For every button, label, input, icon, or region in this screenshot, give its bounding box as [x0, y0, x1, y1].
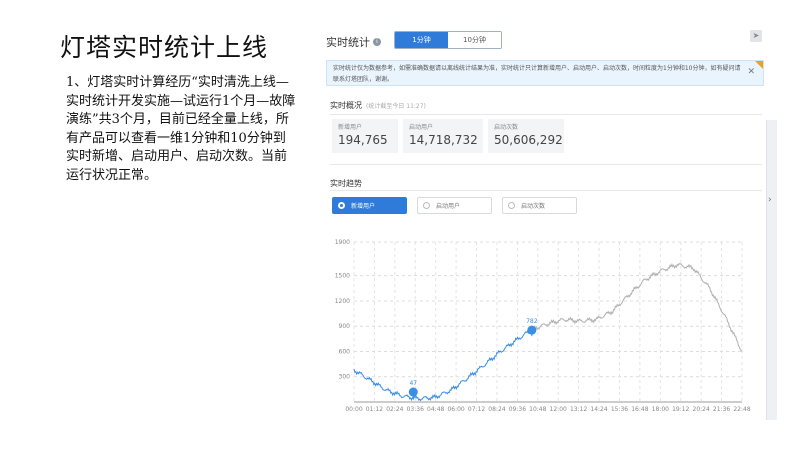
- radio-dot: [508, 202, 515, 209]
- x-tick-label: 09:36: [509, 406, 526, 413]
- radio-dot: [338, 202, 345, 209]
- notice-banner: 实时统计仅为数据参考，如需准确数据请以离线统计结果为准，实时统计只计算新增用户、…: [326, 60, 764, 86]
- overview-subtitle: (统计截至今日 11:27): [366, 103, 426, 110]
- tab-10min[interactable]: 10分钟: [448, 32, 501, 48]
- x-tick-label: 16:48: [631, 406, 648, 413]
- radio-label: 新增用户: [351, 203, 376, 210]
- overview-title-text: 实时概况: [330, 101, 362, 110]
- series-line: [353, 329, 533, 402]
- trend-title: 实时趋势: [330, 179, 362, 188]
- x-tick-label: 04:48: [427, 406, 444, 413]
- x-tick-label: 02:24: [386, 406, 403, 413]
- panel-header: 实时统计 i: [326, 30, 381, 54]
- x-tick-label: 01:12: [366, 406, 383, 413]
- x-tick-label: 08:24: [488, 406, 505, 413]
- corner-marker: [755, 61, 763, 69]
- overview-divider: [330, 114, 762, 115]
- x-tick-label: 07:12: [468, 406, 485, 413]
- stat-label: 新增用户: [338, 124, 363, 131]
- slide-body: 1、灯塔实时计算经历“实时清洗上线—实时统计开发实施—试运行1个月—故障演练”共…: [66, 75, 296, 183]
- x-tick-label: 03:36: [407, 406, 424, 413]
- chevron-right-icon[interactable]: ›: [768, 195, 772, 205]
- radio-active-users[interactable]: 启动用户: [417, 197, 492, 214]
- radio-dot: [423, 202, 430, 209]
- x-tick-label: 21:36: [713, 406, 730, 413]
- x-tick-label: 13:12: [570, 406, 587, 413]
- y-tick-label: 1500: [335, 273, 350, 280]
- stat-value: 50,606,292: [494, 133, 563, 147]
- x-tick-label: 19:12: [672, 406, 689, 413]
- radio-label: 启动次数: [521, 203, 546, 210]
- right-scroll-rail[interactable]: [766, 120, 777, 420]
- close-icon[interactable]: ✕: [747, 67, 755, 78]
- radio-new-users[interactable]: 新增用户: [332, 197, 407, 214]
- radio-label: 启动用户: [436, 203, 461, 210]
- tab-1min[interactable]: 1分钟: [395, 32, 448, 48]
- slide-title: 灯塔实时统计上线: [60, 33, 269, 62]
- stat-launches: 启动次数 50,606,292: [488, 119, 564, 153]
- data-marker: [527, 325, 537, 335]
- x-tick-label: 10:48: [529, 406, 546, 413]
- y-tick-label: 300: [339, 374, 351, 381]
- stat-value: 194,765: [338, 133, 388, 147]
- y-tick-label: 600: [339, 348, 351, 355]
- overview-title: 实时概况 (统计截至今日 11:27): [330, 100, 426, 111]
- data-label: 47: [409, 380, 417, 387]
- stat-value: 14,718,732: [409, 133, 478, 147]
- stat-label: 启动次数: [494, 124, 519, 131]
- y-tick-label: 1900: [335, 239, 350, 246]
- stat-new-users: 新增用户 194,765: [332, 119, 398, 153]
- notice-text: 实时统计仅为数据参考，如需准确数据请以离线统计结果为准，实时统计只计算新增用户、…: [333, 65, 741, 83]
- y-tick-label: 1200: [335, 298, 350, 305]
- x-tick-label: 20:24: [693, 406, 710, 413]
- panel-title: 实时统计: [326, 36, 370, 49]
- stat-active-users: 启动用户 14,718,732: [403, 119, 483, 153]
- info-icon[interactable]: i: [373, 38, 381, 46]
- x-tick-label: 22:48: [733, 406, 750, 413]
- x-tick-label: 14:24: [590, 406, 607, 413]
- x-tick-label: 00:00: [345, 406, 362, 413]
- metric-selector: 新增用户 启动用户 启动次数: [332, 197, 577, 214]
- section-divider: [330, 164, 762, 165]
- send-icon[interactable]: ➤: [750, 30, 762, 42]
- stat-label: 启动用户: [409, 124, 434, 131]
- trend-divider: [330, 190, 762, 191]
- data-label: 782: [526, 318, 538, 325]
- trend-chart: 1900 1500 1200 900 600 300 00:00 01:12 02:24 03:3…: [335, 239, 751, 413]
- x-tick-label: 18:00: [652, 406, 669, 413]
- granularity-tabs: 1分钟 10分钟: [394, 31, 502, 49]
- x-tick-label: 12:00: [550, 406, 567, 413]
- radio-launches[interactable]: 启动次数: [502, 197, 577, 214]
- x-tick-label: 15:36: [611, 406, 628, 413]
- y-tick-label: 900: [339, 323, 351, 330]
- x-tick-label: 06:00: [447, 406, 464, 413]
- data-marker: [408, 387, 418, 397]
- series-line: [531, 262, 743, 352]
- realtime-stats-panel: 实时统计 i 1分钟 10分钟 ➤ 实时统计仅为数据参考，如需准确数据请以离线统…: [322, 24, 766, 424]
